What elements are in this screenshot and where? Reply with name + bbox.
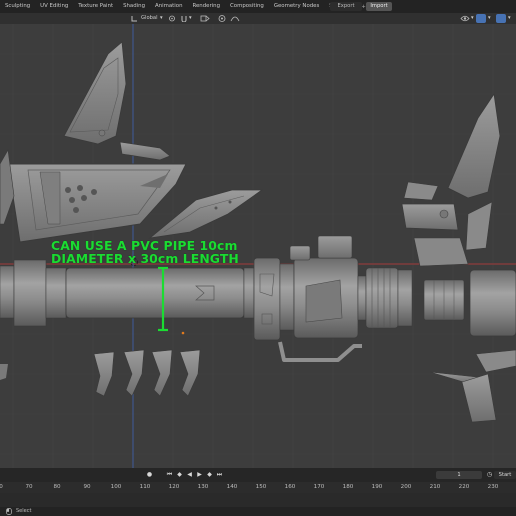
grip-piece-4 xyxy=(179,349,201,397)
status-select-label: Select xyxy=(16,508,32,514)
fin-upper-right xyxy=(447,92,501,199)
next-keyframe-icon[interactable]: ◆ xyxy=(206,471,213,479)
workspace-tabs-bar: Sculpting UV Editing Texture Paint Shadi… xyxy=(0,0,516,13)
tick-label: 90 xyxy=(83,484,91,490)
snap-icon[interactable] xyxy=(180,15,188,22)
tick-label: 190 xyxy=(371,484,383,490)
status-bar: Select xyxy=(0,507,516,516)
frame-ruler[interactable]: 0 70 80 90 100 110 120 130 140 150 160 1… xyxy=(0,482,516,493)
play-reverse-icon[interactable]: ◀ xyxy=(186,471,193,479)
falloff-icon[interactable] xyxy=(230,15,240,22)
tick-label: 180 xyxy=(342,484,354,490)
clip-right xyxy=(401,203,459,231)
timeline-tracks[interactable] xyxy=(0,493,516,507)
tick-label: 160 xyxy=(284,484,296,490)
fin-lower-right-3 xyxy=(475,349,516,373)
tick-label: 230 xyxy=(487,484,499,490)
tab-texture-paint[interactable]: Texture Paint xyxy=(73,0,118,13)
tab-uv-editing[interactable]: UV Editing xyxy=(35,0,73,13)
jump-start-icon[interactable]: ⏮ xyxy=(166,471,173,479)
tab-shading[interactable]: Shading xyxy=(118,0,150,13)
chevron-down-icon[interactable]: ▾ xyxy=(189,14,192,23)
tab-sculpting[interactable]: Sculpting xyxy=(0,0,35,13)
tab-geometry-nodes[interactable]: Geometry Nodes xyxy=(269,0,324,13)
chevron-down-icon[interactable]: ▾ xyxy=(160,14,163,23)
small-blade xyxy=(0,149,15,225)
tick-label: 170 xyxy=(313,484,325,490)
prev-keyframe-icon[interactable]: ◆ xyxy=(176,471,183,479)
clock-icon[interactable]: ◷ xyxy=(486,471,493,479)
tick-label: 110 xyxy=(139,484,151,490)
annotation-text: CAN USE A PVC PIPE 10cm DIAMETER x 30cm … xyxy=(51,239,239,265)
mouse-left-icon xyxy=(6,508,12,515)
tick-label: 80 xyxy=(53,484,61,490)
play-icon[interactable]: ▶ xyxy=(196,471,203,479)
tick-label: 70 xyxy=(25,484,33,490)
chevron-down-icon[interactable]: ▾ xyxy=(488,14,491,23)
chevron-down-icon[interactable]: ▾ xyxy=(471,14,474,23)
tick-label: 220 xyxy=(458,484,470,490)
transform-orientation-icon xyxy=(131,16,137,22)
keyframe-dot-icon[interactable]: ● xyxy=(146,471,153,479)
orientation-dropdown[interactable]: Global xyxy=(141,14,158,23)
tab-rendering[interactable]: Rendering xyxy=(187,0,225,13)
timeline-header: ● ⏮ ◆ ◀ ▶ ◆ ⏭ 1 ◷ Start xyxy=(0,468,516,482)
overlays-toggle-icon[interactable] xyxy=(496,14,506,23)
tick-label: 130 xyxy=(197,484,209,490)
clip-piece xyxy=(119,141,171,161)
tick-label: 150 xyxy=(255,484,267,490)
tick-label: 200 xyxy=(400,484,412,490)
pivot-point-icon[interactable] xyxy=(168,15,176,22)
fin-upper-left xyxy=(63,41,127,145)
snap-target-icon[interactable] xyxy=(200,15,210,22)
proportional-editing-icon[interactable] xyxy=(218,15,226,22)
tab-compositing[interactable]: Compositing xyxy=(225,0,269,13)
import-button[interactable]: Import xyxy=(366,2,392,11)
annotation-line-2: DIAMETER x 30cm LENGTH xyxy=(51,251,239,266)
current-frame-field[interactable]: 1 xyxy=(436,471,482,479)
tab-animation[interactable]: Animation xyxy=(150,0,187,13)
tick-label: 120 xyxy=(168,484,180,490)
jump-end-icon[interactable]: ⏭ xyxy=(216,471,223,479)
viewport-header: Global ▾ ▾ ▾ ▾ ▾ xyxy=(0,13,516,24)
tick-label: 0 xyxy=(0,484,3,490)
pvc-pipe-section xyxy=(65,267,245,319)
gizmo-toggle-icon[interactable] xyxy=(476,14,486,23)
tick-label: 210 xyxy=(429,484,441,490)
fin-lower-right-2 xyxy=(461,373,497,423)
grip-piece-2 xyxy=(123,349,145,397)
tick-label: 100 xyxy=(110,484,122,490)
export-button[interactable]: Export xyxy=(330,2,362,11)
grip-piece-3 xyxy=(151,349,173,397)
chevron-down-icon[interactable]: ▾ xyxy=(508,14,511,23)
start-frame-field[interactable]: Start xyxy=(494,471,516,479)
bent-rod xyxy=(278,341,362,362)
visibility-icon[interactable] xyxy=(460,15,470,22)
origin-dot xyxy=(181,331,185,335)
3d-viewport[interactable]: CAN USE A PVC PIPE 10cm DIAMETER x 30cm … xyxy=(0,24,516,468)
tick-label: 140 xyxy=(226,484,238,490)
